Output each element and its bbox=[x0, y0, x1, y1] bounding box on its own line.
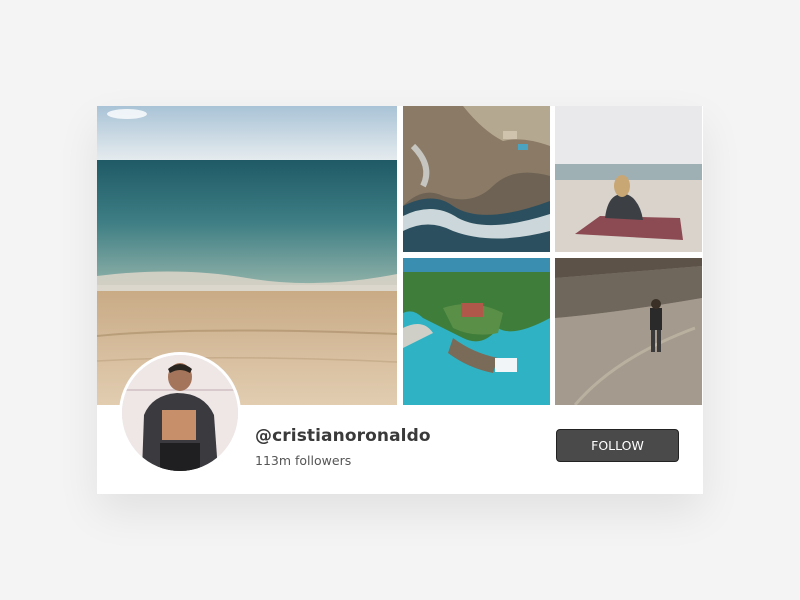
photo-beach-blanket[interactable] bbox=[555, 106, 702, 252]
username[interactable]: @cristianoronaldo bbox=[255, 426, 431, 446]
photo-aerial-coast[interactable] bbox=[403, 106, 550, 252]
photo-aerial-island[interactable] bbox=[403, 258, 550, 405]
photo-beach-shore[interactable] bbox=[97, 106, 397, 405]
follower-count: 113m followers bbox=[255, 453, 352, 468]
avatar[interactable] bbox=[119, 352, 241, 474]
profile-card: @cristianoronaldo 113m followers FOLLOW bbox=[97, 106, 703, 494]
photo-man-walking[interactable] bbox=[555, 258, 702, 405]
follow-button[interactable]: FOLLOW bbox=[556, 429, 679, 462]
